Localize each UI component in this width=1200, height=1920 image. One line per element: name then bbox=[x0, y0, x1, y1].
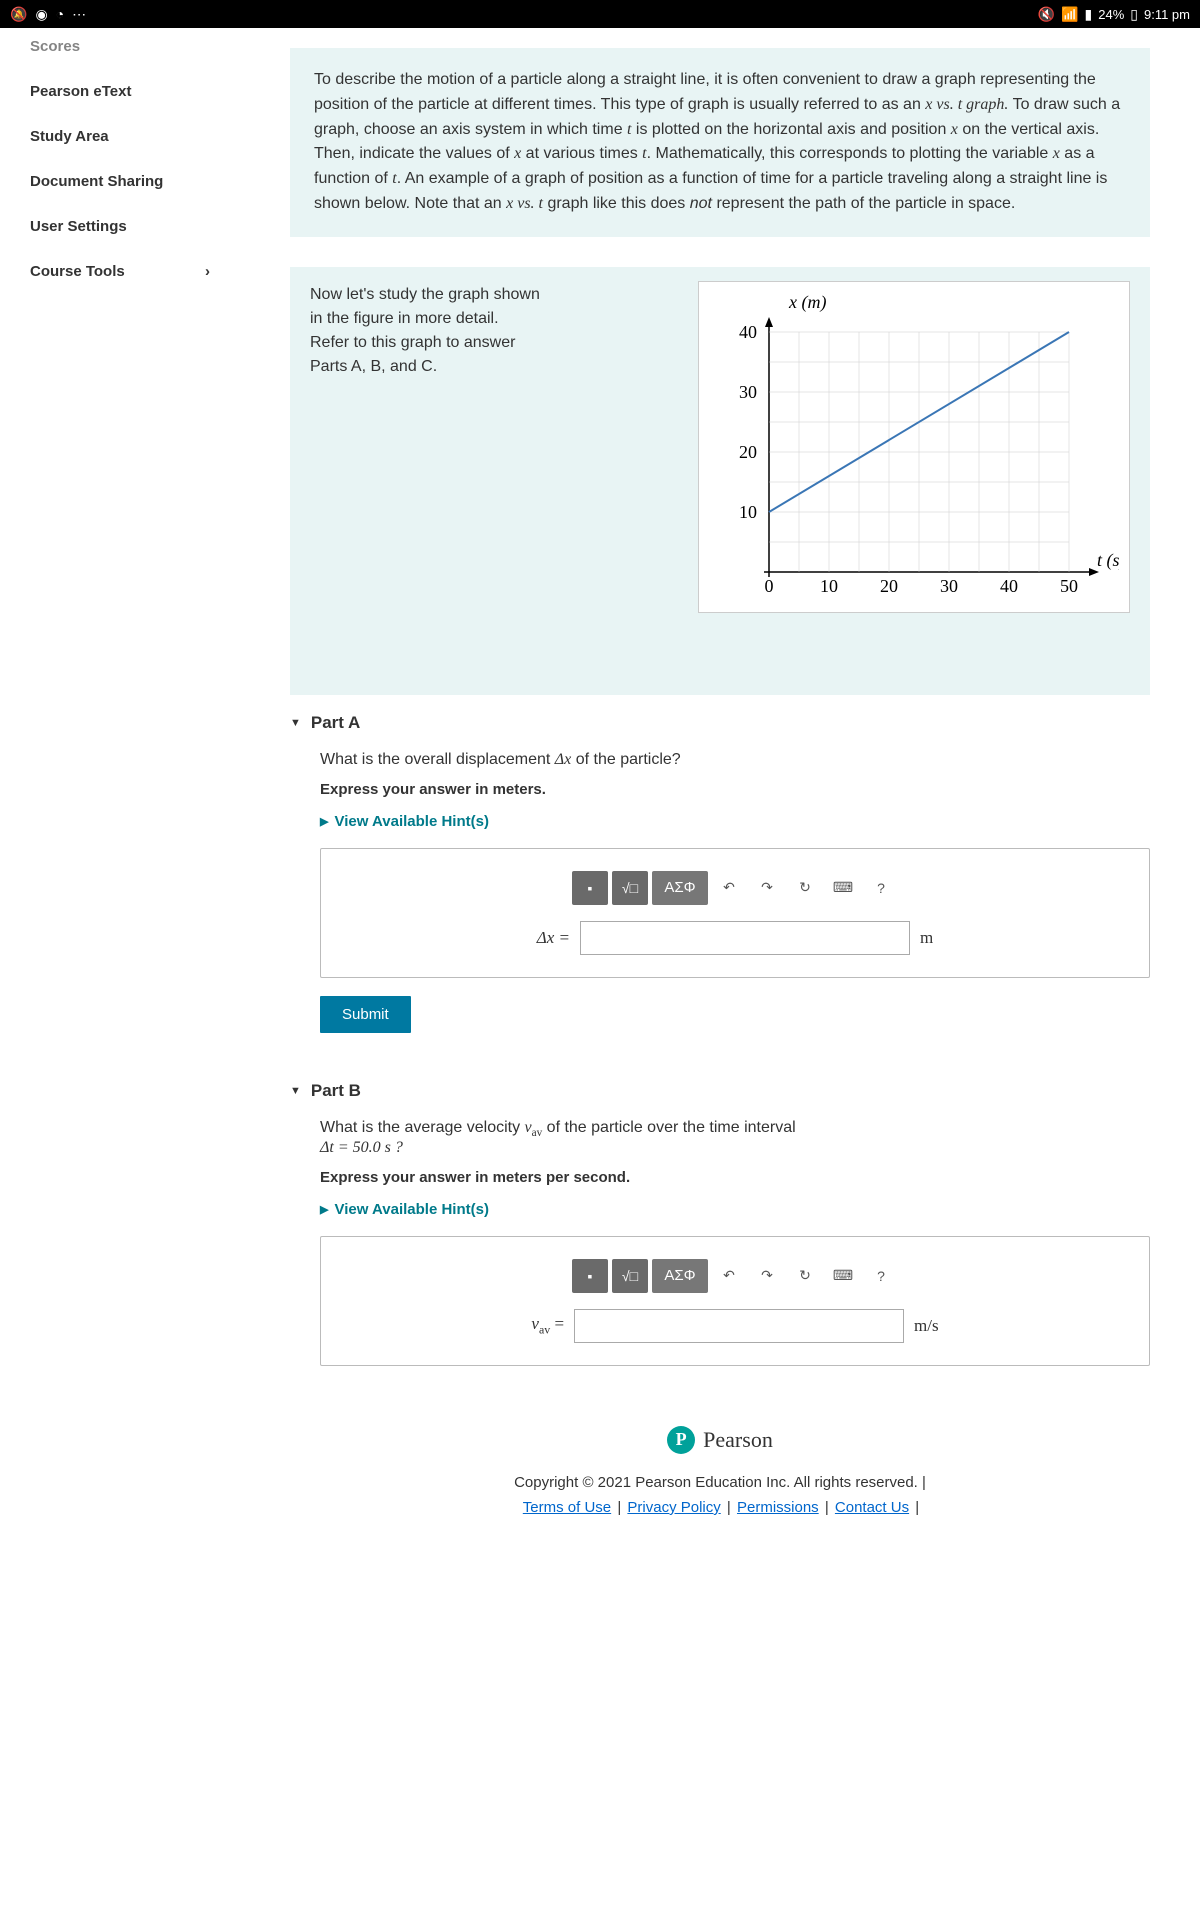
status-left: 🔕 ◉ ◔ ⋯ bbox=[10, 6, 86, 23]
redo-button[interactable]: ↷ bbox=[750, 1259, 784, 1293]
part-a-answer-input[interactable] bbox=[580, 921, 910, 955]
part-b-instruction: Express your answer in meters per second… bbox=[320, 1169, 1150, 1186]
templates-button[interactable]: ▪ bbox=[572, 871, 608, 905]
graph-intro-text: Now let's study the graph shown in the f… bbox=[310, 283, 540, 379]
undo-button[interactable]: ↶ bbox=[712, 1259, 746, 1293]
part-b-toolbar: ▪ √□ ΑΣΦ ↶ ↷ ↻ ⌨ ? bbox=[572, 1259, 898, 1293]
caret-down-icon: ▼ bbox=[290, 1085, 301, 1097]
intro-description: To describe the motion of a particle alo… bbox=[290, 48, 1150, 237]
part-b-hints-link[interactable]: View Available Hint(s) bbox=[320, 1201, 489, 1218]
line-app-icon: ◉ bbox=[35, 6, 47, 23]
fraction-button[interactable]: √□ bbox=[612, 1259, 648, 1293]
terms-link[interactable]: Terms of Use bbox=[523, 1499, 611, 1516]
greek-symbols-button[interactable]: ΑΣΦ bbox=[652, 1259, 708, 1293]
privacy-link[interactable]: Privacy Policy bbox=[627, 1499, 720, 1516]
notification-mute-icon: 🔕 bbox=[10, 6, 27, 23]
status-right: 🔇 📶 ▮ 24% ▯ 9:11 pm bbox=[1038, 6, 1190, 23]
part-a-instruction: Express your answer in meters. bbox=[320, 781, 1150, 798]
sidebar-item-doc-sharing[interactable]: Document Sharing bbox=[0, 159, 240, 204]
sidebar-item-study-area[interactable]: Study Area bbox=[0, 114, 240, 159]
part-b-question: What is the average velocity vav of the … bbox=[320, 1119, 1150, 1157]
part-a-question: What is the overall displacement Δx of t… bbox=[320, 751, 1150, 769]
signal-icon: ▮ bbox=[1085, 6, 1093, 23]
position-time-chart: x (m) bbox=[698, 281, 1130, 613]
sidebar-item-scores[interactable]: Scores bbox=[0, 38, 240, 69]
svg-text:0: 0 bbox=[765, 576, 774, 596]
part-a-input-row: Δx = m bbox=[537, 921, 933, 955]
svg-text:30: 30 bbox=[940, 576, 958, 596]
part-b-input-row: vav = m/s bbox=[531, 1309, 938, 1343]
wifi-icon: 📶 bbox=[1061, 6, 1078, 23]
sidebar-item-etext[interactable]: Pearson eText bbox=[0, 69, 240, 114]
part-a-submit-button[interactable]: Submit bbox=[320, 996, 411, 1033]
chevron-right-icon: › bbox=[205, 263, 210, 280]
svg-text:10: 10 bbox=[820, 576, 838, 596]
y-axis-label: x (m) bbox=[788, 292, 826, 313]
part-a-body: What is the overall displacement Δx of t… bbox=[290, 751, 1150, 1063]
undo-button[interactable]: ↶ bbox=[712, 871, 746, 905]
contact-link[interactable]: Contact Us bbox=[835, 1499, 909, 1516]
copyright-text: Copyright © 2021 Pearson Education Inc. … bbox=[290, 1474, 1150, 1491]
reset-button[interactable]: ↻ bbox=[788, 871, 822, 905]
svg-text:20: 20 bbox=[739, 442, 757, 462]
keyboard-button[interactable]: ⌨ bbox=[826, 1259, 860, 1293]
greek-symbols-button[interactable]: ΑΣΦ bbox=[652, 871, 708, 905]
help-button[interactable]: ? bbox=[864, 1259, 898, 1293]
part-b-answer-input[interactable] bbox=[574, 1309, 904, 1343]
x-axis-label: t (s) bbox=[1097, 550, 1119, 571]
part-b-unit: m/s bbox=[914, 1316, 939, 1336]
pearson-logo: P Pearson bbox=[290, 1426, 1150, 1454]
pearson-p-icon: P bbox=[667, 1426, 695, 1454]
more-icon: ⋯ bbox=[72, 6, 86, 23]
part-a-hints-link[interactable]: View Available Hint(s) bbox=[320, 813, 489, 830]
graph-intro: Now let's study the graph shown in the f… bbox=[290, 267, 1150, 695]
reset-button[interactable]: ↻ bbox=[788, 1259, 822, 1293]
part-b-body: What is the average velocity vav of the … bbox=[290, 1119, 1150, 1396]
battery-icon: ▯ bbox=[1130, 6, 1138, 23]
svg-text:40: 40 bbox=[1000, 576, 1018, 596]
part-b-var-label: vav = bbox=[531, 1314, 564, 1337]
part-a-unit: m bbox=[920, 928, 933, 948]
battery-percent: 24% bbox=[1098, 7, 1124, 22]
footer-links: Terms of Use | Privacy Policy | Permissi… bbox=[290, 1499, 1150, 1516]
whatsapp-icon: ◔ bbox=[56, 6, 64, 22]
part-b-header[interactable]: ▼ Part B bbox=[290, 1063, 1150, 1119]
pearson-brand-text: Pearson bbox=[703, 1427, 773, 1453]
part-b-answer-box: ▪ √□ ΑΣΦ ↶ ↷ ↻ ⌨ ? vav = m/s bbox=[320, 1236, 1150, 1366]
keyboard-button[interactable]: ⌨ bbox=[826, 871, 860, 905]
fraction-button[interactable]: √□ bbox=[612, 871, 648, 905]
part-a-toolbar: ▪ √□ ΑΣΦ ↶ ↷ ↻ ⌨ ? bbox=[572, 871, 898, 905]
svg-text:20: 20 bbox=[880, 576, 898, 596]
permissions-link[interactable]: Permissions bbox=[737, 1499, 819, 1516]
part-b-title: Part B bbox=[311, 1081, 361, 1101]
part-a-answer-box: ▪ √□ ΑΣΦ ↶ ↷ ↻ ⌨ ? Δx = m bbox=[320, 848, 1150, 978]
templates-button[interactable]: ▪ bbox=[572, 1259, 608, 1293]
android-status-bar: 🔕 ◉ ◔ ⋯ 🔇 📶 ▮ 24% ▯ 9:11 pm bbox=[0, 0, 1200, 28]
svg-text:30: 30 bbox=[739, 382, 757, 402]
help-button[interactable]: ? bbox=[864, 871, 898, 905]
svg-text:10: 10 bbox=[739, 502, 757, 522]
sidebar-item-user-settings[interactable]: User Settings bbox=[0, 204, 240, 249]
part-a-var-label: Δx = bbox=[537, 928, 570, 948]
part-a-title: Part A bbox=[311, 713, 360, 733]
sidebar-item-course-tools[interactable]: Course Tools› bbox=[0, 249, 240, 294]
svg-text:40: 40 bbox=[739, 322, 757, 342]
sidebar: Scores Pearson eText Study Area Document… bbox=[0, 28, 240, 1576]
svg-text:50: 50 bbox=[1060, 576, 1078, 596]
part-a-header[interactable]: ▼ Part A bbox=[290, 695, 1150, 751]
chart-svg: x (m) bbox=[709, 292, 1119, 602]
clock: 9:11 pm bbox=[1144, 7, 1190, 22]
mute-icon: 🔇 bbox=[1038, 6, 1055, 23]
redo-button[interactable]: ↷ bbox=[750, 871, 784, 905]
caret-down-icon: ▼ bbox=[290, 717, 301, 729]
main-content: To describe the motion of a particle alo… bbox=[240, 28, 1200, 1576]
